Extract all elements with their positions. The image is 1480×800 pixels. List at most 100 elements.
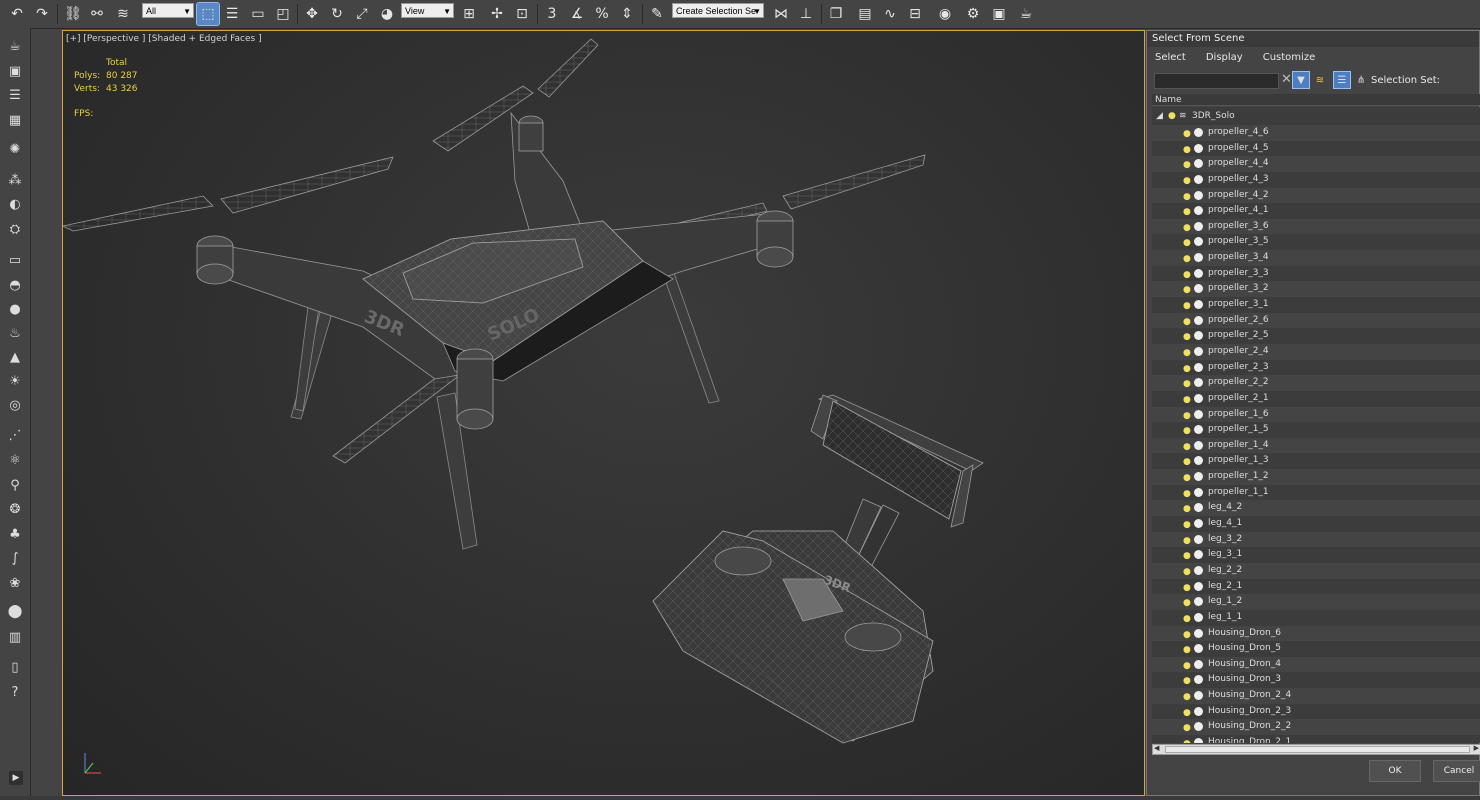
list-item[interactable]: ● propeller_1_4: [1152, 437, 1480, 454]
reference-coordinate-dropdown[interactable]: View: [401, 3, 454, 19]
list-item[interactable]: ● propeller_4_6: [1152, 125, 1480, 141]
list-item[interactable]: ● propeller_2_6: [1152, 312, 1480, 329]
list-item[interactable]: ● Housing_Dron_2_2: [1152, 719, 1480, 735]
place-icon[interactable]: ◕: [376, 3, 398, 25]
list-item[interactable]: ● Housing_Dron_4: [1152, 656, 1480, 673]
list-item[interactable]: ● leg_1_1: [1152, 610, 1480, 626]
battery-icon[interactable]: ▯: [5, 657, 25, 677]
unlink-icon[interactable]: ⚯: [86, 3, 108, 25]
menu-customize[interactable]: Customize: [1263, 52, 1316, 63]
visibility-bulb-icon[interactable]: ●: [1183, 737, 1191, 743]
list-item[interactable]: ● Housing_Dron_3: [1152, 672, 1480, 688]
percent-snap-icon[interactable]: %: [591, 3, 613, 25]
select-by-name-icon[interactable]: ☰: [221, 3, 243, 25]
move-icon[interactable]: ✥: [301, 3, 323, 25]
scene-explorer-icon[interactable]: ☰: [5, 85, 25, 105]
horizontal-scrollbar[interactable]: ◀ ▶: [1152, 744, 1480, 755]
dome-icon[interactable]: ◓: [5, 275, 25, 295]
render-setup-icon[interactable]: ⚙: [962, 3, 984, 25]
rotate-icon[interactable]: ↻: [326, 3, 348, 25]
filter-icon[interactable]: ▼: [1292, 71, 1310, 89]
list-item[interactable]: ● propeller_2_1: [1152, 391, 1480, 407]
fur-icon[interactable]: ❀: [5, 573, 25, 593]
molecule-icon[interactable]: ⚛: [5, 450, 25, 470]
list-item[interactable]: ● propeller_1_1: [1152, 485, 1480, 501]
list-item[interactable]: ● propeller_3_4: [1152, 250, 1480, 266]
select-object-icon[interactable]: ⬚: [196, 2, 220, 26]
search-input[interactable]: [1154, 73, 1279, 89]
list-item[interactable]: ● propeller_4_3: [1152, 172, 1480, 188]
sun-icon[interactable]: ☀: [5, 371, 25, 391]
snaps-toggle-icon[interactable]: 3: [541, 3, 563, 25]
list-item[interactable]: ● propeller_3_2: [1152, 281, 1480, 298]
tree-root-item[interactable]: ◢ ● ≋ 3DR_Solo: [1152, 109, 1480, 125]
list-item[interactable]: ● propeller_3_1: [1152, 297, 1480, 313]
hair-icon[interactable]: ∫: [5, 548, 25, 568]
ball-icon[interactable]: ⬤: [5, 601, 25, 621]
undo-icon[interactable]: ↶: [6, 3, 28, 25]
redo-icon[interactable]: ↷: [31, 3, 53, 25]
named-selection-set-dropdown[interactable]: Create Selection Se: [672, 3, 764, 19]
curve-editor-icon[interactable]: ∿: [879, 3, 901, 25]
perspective-viewport[interactable]: [+] [Perspective ] [Shaded + Edged Faces…: [62, 30, 1145, 796]
list-item[interactable]: ● propeller_4_5: [1152, 141, 1480, 157]
bind-spacewarp-icon[interactable]: ≋: [112, 3, 134, 25]
edit-named-selection-icon[interactable]: ✎: [646, 3, 668, 25]
list-item[interactable]: ● leg_2_2: [1152, 562, 1480, 579]
link-icon[interactable]: ⛓: [62, 3, 84, 25]
list-item[interactable]: ● Housing_Dron_2_1: [1152, 735, 1480, 743]
list-item[interactable]: ● propeller_2_3: [1152, 360, 1480, 376]
list-item[interactable]: ● propeller_2_4: [1152, 343, 1480, 360]
scale-icon[interactable]: ⤢: [351, 3, 373, 25]
list-item[interactable]: ● propeller_1_6: [1152, 406, 1480, 423]
list-item[interactable]: ● propeller_3_6: [1152, 218, 1480, 235]
render-frame-icon[interactable]: ▣: [5, 61, 25, 81]
collapse-arrow-icon[interactable]: ◢: [1156, 109, 1163, 125]
list-item[interactable]: ● propeller_1_3: [1152, 453, 1480, 469]
particle-icon[interactable]: ⁂: [5, 170, 25, 190]
hierarchy-toggle-icon[interactable]: ☰: [1333, 71, 1351, 89]
list-item[interactable]: ● leg_3_1: [1152, 547, 1480, 563]
list-item[interactable]: ● propeller_3_5: [1152, 234, 1480, 250]
list-item[interactable]: ● leg_4_2: [1152, 500, 1480, 517]
tree-view-icon[interactable]: ⋔: [1353, 72, 1369, 88]
cup-icon[interactable]: ♨: [5, 323, 25, 343]
dial-icon[interactable]: ◐: [5, 194, 25, 214]
globe-icon[interactable]: ❂: [5, 499, 25, 519]
selection-filter-dropdown[interactable]: All: [142, 3, 194, 19]
cone-icon[interactable]: ▲: [5, 347, 25, 367]
list-item[interactable]: ● propeller_4_4: [1152, 156, 1480, 172]
sphere-icon[interactable]: ●: [5, 299, 25, 319]
list-item[interactable]: ● Housing_Dron_5: [1152, 641, 1480, 657]
list-item[interactable]: ● leg_4_1: [1152, 516, 1480, 532]
angle-snap-icon[interactable]: ∡: [566, 3, 588, 25]
material-editor-icon[interactable]: ◉: [934, 3, 956, 25]
rendered-frame-window-icon[interactable]: ▣: [988, 3, 1010, 25]
scrollbar-thumb[interactable]: [1165, 746, 1470, 753]
list-item[interactable]: ● Housing_Dron_6: [1152, 625, 1480, 642]
layer-explorer-icon[interactable]: ❐: [825, 3, 847, 25]
list-item[interactable]: ● propeller_3_3: [1152, 266, 1480, 282]
keyboard-shortcut-icon[interactable]: ⊡: [511, 3, 533, 25]
mirror-icon[interactable]: ⋈: [770, 3, 792, 25]
list-item[interactable]: ● Housing_Dron_2_3: [1152, 704, 1480, 720]
name-column-header[interactable]: Name: [1152, 94, 1480, 106]
list-item[interactable]: ● Housing_Dron_2_4: [1152, 688, 1480, 704]
light-icon[interactable]: ✺: [5, 139, 25, 159]
render-production-icon[interactable]: ☕: [1015, 3, 1037, 25]
list-item[interactable]: ● propeller_4_1: [1152, 203, 1480, 219]
help-icon[interactable]: ?: [5, 682, 25, 702]
cancel-button[interactable]: Cancel: [1433, 760, 1480, 782]
select-manipulate-icon[interactable]: ✢: [486, 3, 508, 25]
list-item[interactable]: ● leg_2_1: [1152, 579, 1480, 595]
plane-icon[interactable]: ▭: [5, 250, 25, 270]
skeleton-icon[interactable]: ⚲: [5, 475, 25, 495]
menu-display[interactable]: Display: [1206, 52, 1243, 63]
list-item[interactable]: ● propeller_2_2: [1152, 375, 1480, 391]
spinner-snap-icon[interactable]: ⇕: [616, 3, 638, 25]
schematic-view-icon[interactable]: ⊟: [904, 3, 926, 25]
pivot-center-icon[interactable]: ⊞: [458, 3, 480, 25]
layout-icon[interactable]: ▦: [5, 110, 25, 130]
visibility-bulb-icon[interactable]: ●: [1168, 109, 1176, 125]
window-crossing-icon[interactable]: ◰: [272, 3, 294, 25]
